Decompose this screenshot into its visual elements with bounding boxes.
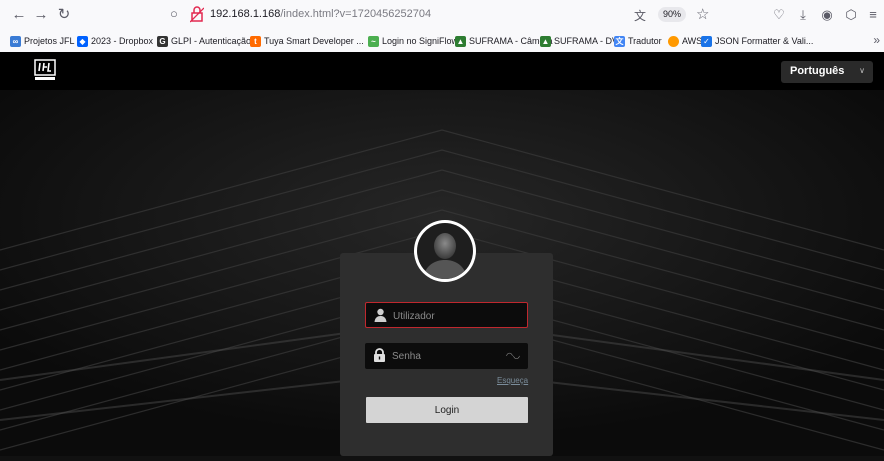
- password-field[interactable]: ◠◡: [365, 343, 528, 369]
- url-host: 192.168.1.168: [210, 8, 281, 20]
- forgot-password-link[interactable]: Esqueça: [497, 376, 528, 385]
- bookmark-item[interactable]: ▲ SUFRAMA - Câmera: [455, 34, 553, 48]
- bookmark-label: Projetos JFL: [24, 36, 75, 46]
- username-field[interactable]: [365, 302, 528, 328]
- checkbox-icon: ✓: [701, 35, 712, 47]
- tuya-icon: t: [250, 35, 261, 47]
- bookmark-label: GLPI - Autenticação: [171, 36, 252, 46]
- menu-icon[interactable]: ≡: [864, 6, 882, 24]
- avatar: [414, 220, 476, 282]
- bookmark-item[interactable]: ▲ SUFRAMA - DVR: [540, 34, 625, 48]
- signiflow-icon: ~: [368, 35, 379, 47]
- bookmark-item[interactable]: ✓ JSON Formatter & Vali...: [701, 34, 813, 48]
- bookmark-item[interactable]: ◆ 2023 - Dropbox: [77, 34, 153, 48]
- app-header: [0, 52, 884, 90]
- forward-arrow-icon[interactable]: →: [32, 6, 50, 24]
- suframa-icon: ▲: [455, 35, 466, 47]
- show-password-icon[interactable]: ◠◡: [506, 351, 520, 360]
- bookmark-item[interactable]: AWS: [668, 34, 702, 48]
- address-bar[interactable]: ○ 192.168.1.168/index.html?v=17204562527…: [160, 4, 720, 26]
- username-input[interactable]: [391, 307, 515, 325]
- user-silhouette-icon: [417, 223, 473, 279]
- bookmark-item[interactable]: 文 Tradutor: [614, 34, 662, 48]
- user-icon: [374, 308, 387, 322]
- language-label: Português: [790, 65, 845, 77]
- bookmark-item[interactable]: ~ Login no SigniFlow: [368, 34, 458, 48]
- link-icon: ∞: [10, 35, 21, 47]
- bookmark-label: Tradutor: [628, 36, 662, 46]
- bookmark-item[interactable]: G GLPI - Autenticação: [157, 34, 251, 48]
- dropbox-icon: ◆: [77, 35, 88, 47]
- suframa-icon: ▲: [540, 35, 551, 47]
- tracking-shield-icon[interactable]: ○: [170, 6, 178, 21]
- more-bookmarks-icon[interactable]: »: [873, 33, 880, 47]
- url-path: /index.html?v=1720456252704: [280, 8, 432, 20]
- insecure-lock-icon[interactable]: [190, 5, 204, 23]
- bookmark-star-icon[interactable]: ☆: [696, 5, 709, 23]
- translate-icon: 文: [614, 35, 625, 47]
- bookmark-label: 2023 - Dropbox: [91, 36, 154, 46]
- browser-toolbar: ← → ↻ ○ 192.168.1.168/index.html?v=17204…: [0, 0, 884, 30]
- bookmark-item[interactable]: t Tuya Smart Developer ...: [250, 34, 364, 48]
- download-icon[interactable]: ⤓: [794, 6, 812, 24]
- language-select[interactable]: Português ∨: [781, 61, 873, 83]
- bookmark-item[interactable]: ∞ Projetos JFL: [10, 34, 75, 48]
- translate-icon[interactable]: ⽂: [634, 7, 646, 24]
- password-input[interactable]: [390, 347, 514, 365]
- jfl-logo: [34, 59, 56, 80]
- glpi-icon: G: [157, 35, 168, 47]
- chevron-down-icon: ∨: [859, 66, 865, 75]
- reload-icon[interactable]: ↻: [55, 6, 73, 24]
- bookmarks-bar: ∞ Projetos JFL ◆ 2023 - Dropbox G GLPI -…: [0, 30, 884, 53]
- back-arrow-icon[interactable]: ←: [10, 6, 28, 24]
- zoom-badge[interactable]: 90%: [658, 7, 687, 22]
- extensions-icon[interactable]: ⬡: [842, 6, 860, 24]
- bookmark-label: Login no SigniFlow: [382, 36, 459, 46]
- aws-icon: [668, 35, 679, 47]
- login-button[interactable]: Login: [366, 397, 528, 423]
- bookmark-label: AWS: [682, 36, 703, 46]
- account-icon[interactable]: ◉: [818, 6, 836, 24]
- bookmark-label: Tuya Smart Developer ...: [264, 36, 364, 46]
- bookmark-label: JSON Formatter & Vali...: [715, 36, 814, 46]
- url-text[interactable]: 192.168.1.168/index.html?v=1720456252704: [210, 8, 431, 20]
- pocket-icon[interactable]: ♡: [770, 6, 788, 24]
- lock-icon: [374, 348, 385, 362]
